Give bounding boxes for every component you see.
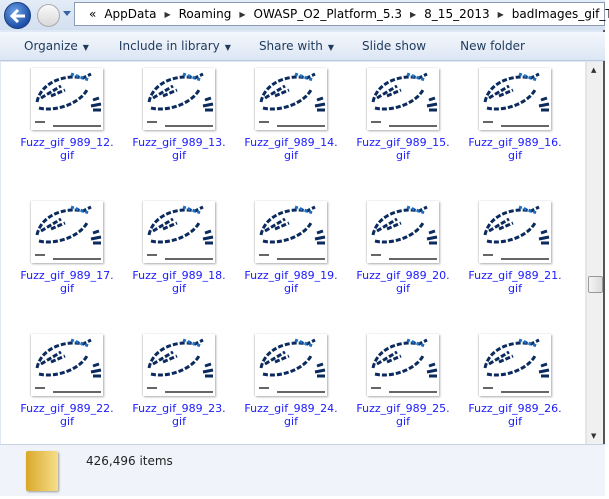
chevron-right-icon[interactable]: ▶ [498,10,504,19]
file-name: Fuzz_gif_989_19.gif [244,269,338,295]
scrollbar-thumb[interactable] [588,276,603,293]
file-name: Fuzz_gif_989_14.gif [244,136,338,162]
image-thumbnail [255,201,327,263]
breadcrumb-appdata[interactable]: AppData [104,7,156,21]
include-label: Include in library [118,39,220,53]
scroll-up-icon[interactable]: ▲ [591,66,596,74]
image-thumbnail [143,68,215,130]
image-thumbnail [31,68,103,130]
folder-icon [26,451,58,491]
file-item[interactable]: Fuzz_gif_989_15.gif [347,68,459,162]
image-thumbnail [143,334,215,396]
image-thumbnail [31,334,103,396]
file-item[interactable]: Fuzz_gif_989_19.gif [235,201,347,295]
image-thumbnail [367,334,439,396]
image-thumbnail [143,201,215,263]
file-grid: Fuzz_gif_989_12.gif Fuzz_gif_989_13.gif Fu… [1,62,585,444]
file-item[interactable]: Fuzz_gif_989_12.gif [11,68,123,162]
file-name: Fuzz_gif_989_16.gif [468,136,562,162]
breadcrumb-owasp[interactable]: OWASP_O2_Platform_5.3 [254,7,403,21]
details-pane: 426,496 items [0,444,605,496]
file-name: Fuzz_gif_989_12.gif [20,136,114,162]
chevron-down-icon: ▼ [224,43,231,52]
image-thumbnail [31,201,103,263]
file-item[interactable]: Fuzz_gif_989_13.gif [123,68,235,162]
image-thumbnail [367,201,439,263]
image-thumbnail [255,334,327,396]
image-thumbnail [479,334,551,396]
file-item[interactable]: Fuzz_gif_989_17.gif [11,201,123,295]
breadcrumb-overflow[interactable]: « [89,7,96,21]
file-name: Fuzz_gif_989_21.gif [468,269,562,295]
scroll-down-icon[interactable]: ▼ [591,432,596,440]
organize-label: Organize [24,39,78,53]
chevron-right-icon[interactable]: ▶ [410,10,416,19]
breadcrumb-roaming[interactable]: Roaming [179,7,232,21]
back-arrow-icon [10,9,25,23]
item-count: 426,496 items [86,454,173,468]
file-item[interactable]: Fuzz_gif_989_20.gif [347,201,459,295]
file-item[interactable]: Fuzz_gif_989_22.gif [11,334,123,428]
command-bar: Organize ▼ Include in library ▼ Share with… [0,32,605,61]
file-item[interactable]: Fuzz_gif_989_14.gif [235,68,347,162]
file-name: Fuzz_gif_989_15.gif [356,136,450,162]
image-thumbnail [479,201,551,263]
file-item[interactable]: Fuzz_gif_989_25.gif [347,334,459,428]
file-item[interactable]: Fuzz_gif_989_18.gif [123,201,235,295]
chevron-right-icon[interactable]: ▶ [239,10,245,19]
chevron-down-icon: ▼ [82,43,89,52]
slide-show-button[interactable]: Slide show [350,39,438,53]
breadcrumb-date[interactable]: 8_15_2013 [424,7,489,21]
share-label: Share with [258,39,323,53]
file-name: Fuzz_gif_989_13.gif [132,136,226,162]
file-name: Fuzz_gif_989_18.gif [132,269,226,295]
explorer-window: « AppData ▶ Roaming ▶ OWASP_O2_Platform_5.… [0,0,609,496]
file-name: Fuzz_gif_989_17.gif [20,269,114,295]
vertical-scrollbar[interactable]: ▲ ▼ [586,62,603,444]
recent-pages-dropdown[interactable] [63,11,71,16]
image-thumbnail [255,68,327,130]
image-thumbnail [367,68,439,130]
file-item[interactable]: Fuzz_gif_989_23.gif [123,334,235,428]
file-name: Fuzz_gif_989_25.gif [356,402,450,428]
chevron-down-icon: ▼ [327,43,334,52]
navigation-bar: « AppData ▶ Roaming ▶ OWASP_O2_Platform_5.… [0,0,609,30]
forward-button[interactable] [37,4,60,27]
file-name: Fuzz_gif_989_22.gif [20,402,114,428]
address-bar[interactable]: « AppData ▶ Roaming ▶ OWASP_O2_Platform_5.… [74,2,609,26]
file-name: Fuzz_gif_989_23.gif [132,402,226,428]
file-item[interactable]: Fuzz_gif_989_26.gif [459,334,571,428]
file-name: Fuzz_gif_989_26.gif [468,402,562,428]
new-folder-button[interactable]: New folder [448,39,537,53]
file-item[interactable]: Fuzz_gif_989_21.gif [459,201,571,295]
include-in-library-button[interactable]: Include in library ▼ [107,39,243,53]
back-button[interactable] [4,2,31,29]
file-item[interactable]: Fuzz_gif_989_16.gif [459,68,571,162]
file-name: Fuzz_gif_989_20.gif [356,269,450,295]
chevron-right-icon[interactable]: ▶ [164,10,170,19]
file-item[interactable]: Fuzz_gif_989_24.gif [235,334,347,428]
image-thumbnail [479,68,551,130]
share-with-button[interactable]: Share with ▼ [247,39,346,53]
file-name: Fuzz_gif_989_24.gif [244,402,338,428]
organize-button[interactable]: Organize ▼ [12,39,101,53]
breadcrumb-current[interactable]: badImages_gif_True [512,7,609,21]
